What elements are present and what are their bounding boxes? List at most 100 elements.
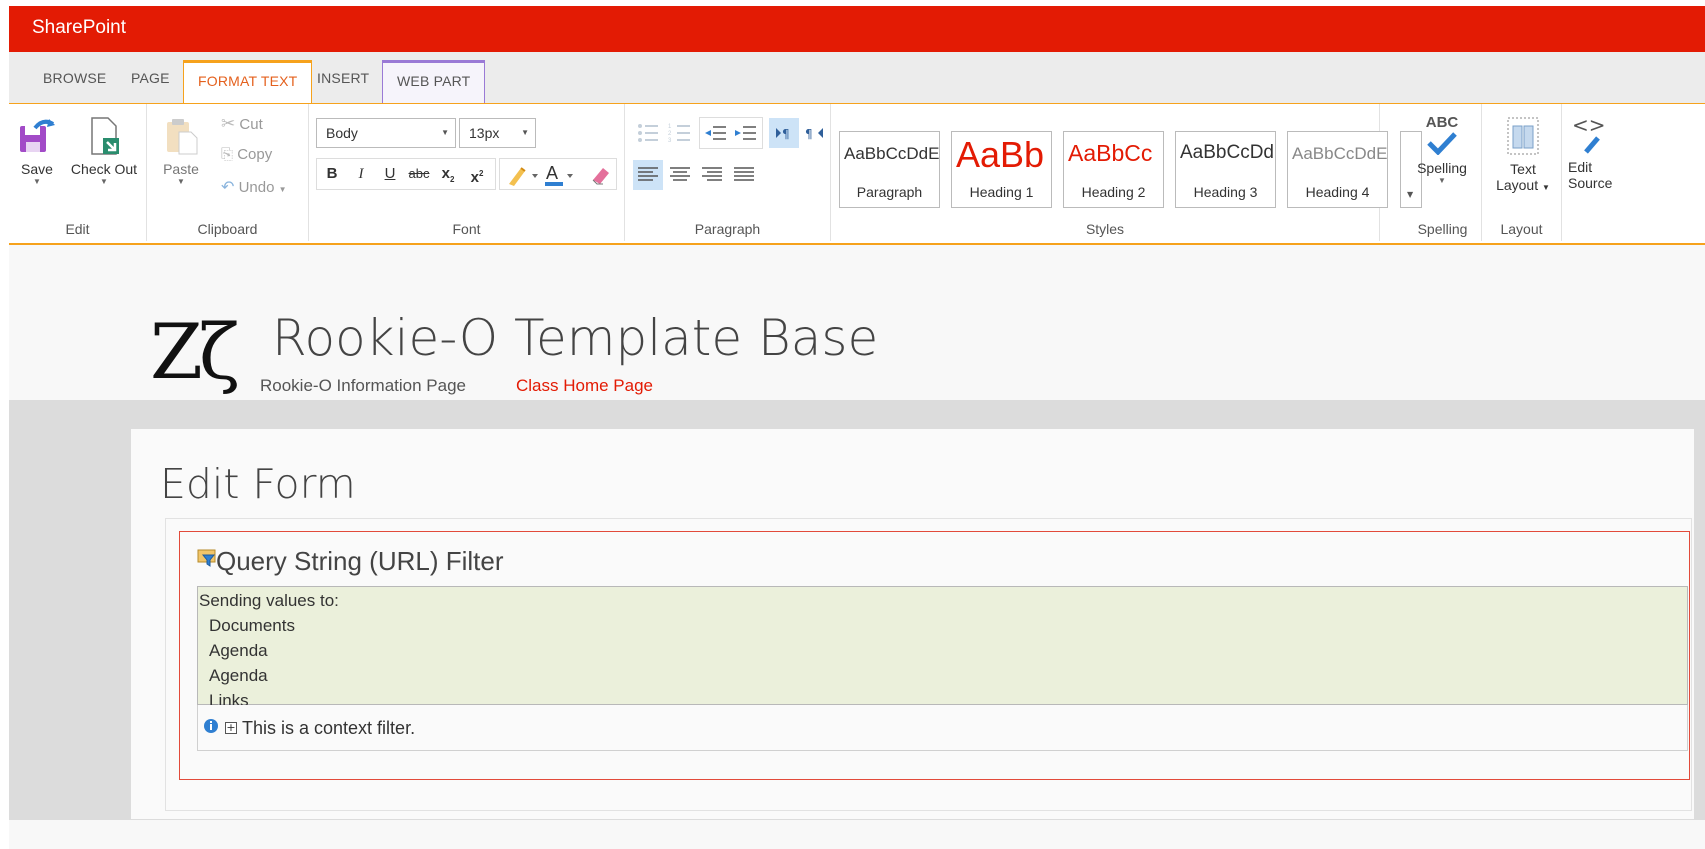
site-logo[interactable]: Zζ bbox=[150, 307, 240, 396]
numbering-button[interactable]: 123 bbox=[665, 118, 695, 148]
align-center-icon bbox=[670, 167, 690, 181]
subscript-button[interactable]: x2 bbox=[434, 160, 462, 188]
paste-button[interactable]: Paste ▼ bbox=[161, 116, 201, 187]
cut-button[interactable]: ✂ Cut bbox=[221, 114, 263, 134]
list-item: Agenda bbox=[209, 641, 268, 660]
sharepoint-window: SharePoint BROWSE PAGE FORMAT TEXT INSER… bbox=[9, 6, 1705, 849]
tab-format-text[interactable]: FORMAT TEXT bbox=[183, 60, 313, 103]
group-label-edit: Edit bbox=[65, 221, 90, 237]
paste-icon bbox=[167, 119, 198, 155]
style-heading-1[interactable]: AaBb Heading 1 bbox=[951, 131, 1052, 208]
strikethrough-button[interactable]: abc bbox=[405, 160, 433, 188]
chevron-down-icon: ▼ bbox=[441, 128, 449, 137]
check-out-button[interactable]: Check Out ▼ bbox=[67, 116, 141, 187]
expand-icon[interactable]: + bbox=[225, 722, 237, 734]
chevron-down-icon[interactable]: ▼ bbox=[161, 177, 201, 187]
rtl-button[interactable]: ¶ bbox=[799, 118, 829, 148]
copy-label: Copy bbox=[237, 146, 273, 163]
bold-button[interactable]: B bbox=[318, 160, 346, 188]
ribbon: Save ▼ Check Out ▼ Edit Paste ▼ ✂ Cut ⎘ … bbox=[9, 103, 1705, 245]
font-name-select[interactable]: Body ▼ bbox=[316, 118, 456, 148]
ltr-button[interactable]: ¶ bbox=[769, 118, 799, 148]
style-paragraph[interactable]: AaBbCcDdE Paragraph bbox=[839, 131, 940, 208]
chevron-down-icon[interactable]: ▼ bbox=[1410, 176, 1474, 186]
font-color-button[interactable]: A bbox=[543, 162, 579, 192]
style-heading-4[interactable]: AaBbCcDdE Heading 4 bbox=[1287, 131, 1388, 208]
nav-link-class-home-page[interactable]: Class Home Page bbox=[516, 376, 653, 396]
decrease-indent-button[interactable] bbox=[701, 118, 731, 148]
style-heading-2[interactable]: AaBbCc Heading 2 bbox=[1063, 131, 1164, 208]
chevron-down-icon[interactable]: ▼ bbox=[279, 185, 287, 194]
checkmark-icon bbox=[1427, 132, 1457, 156]
clear-format-button[interactable] bbox=[587, 162, 613, 192]
svg-text:3: 3 bbox=[668, 138, 672, 144]
spelling-abc-label: ABC bbox=[1425, 114, 1459, 131]
info-icon bbox=[204, 719, 218, 733]
align-right-button[interactable] bbox=[697, 160, 727, 190]
tab-browse[interactable]: BROWSE bbox=[29, 60, 120, 103]
copy-icon: ⎘ bbox=[221, 146, 234, 163]
svg-text:¶: ¶ bbox=[782, 127, 790, 141]
eraser-icon bbox=[592, 168, 609, 185]
style-name: Heading 1 bbox=[969, 184, 1034, 200]
group-label-clipboard: Clipboard bbox=[197, 221, 258, 237]
edit-source-label-1: Edit bbox=[1568, 159, 1593, 175]
cut-label: Cut bbox=[239, 116, 263, 133]
check-out-label: Check Out bbox=[70, 161, 138, 177]
svg-text:2: 2 bbox=[668, 131, 672, 137]
font-size-value: 13px bbox=[469, 125, 500, 141]
ribbon-group-markup: <> Edit Source bbox=[1562, 104, 1705, 241]
chevron-down-icon[interactable]: ▼ bbox=[67, 177, 141, 187]
style-heading-3[interactable]: AaBbCcDd Heading 3 bbox=[1175, 131, 1276, 208]
right-to-left-icon: ¶ bbox=[805, 127, 823, 141]
spelling-label: Spelling bbox=[1417, 160, 1467, 176]
chevron-down-icon[interactable]: ▼ bbox=[15, 177, 59, 187]
edit-source-label-2: Source bbox=[1568, 175, 1613, 191]
ribbon-group-edit: Save ▼ Check Out ▼ Edit bbox=[9, 104, 147, 241]
style-preview: AaBbCcDd bbox=[1180, 142, 1274, 163]
edit-source-button[interactable]: <> Edit Source bbox=[1568, 113, 1628, 191]
spelling-button[interactable]: ABC Spelling ▼ bbox=[1410, 114, 1474, 186]
bullets-button[interactable] bbox=[633, 118, 663, 148]
numbered-list-icon: 123 bbox=[668, 124, 690, 144]
subscript-label: x bbox=[441, 165, 450, 182]
nav-link-rookie-o-information-page[interactable]: Rookie-O Information Page bbox=[260, 376, 466, 396]
style-preview: AaBb bbox=[956, 134, 1045, 175]
sending-values-box: Sending values to: Documents Agenda Agen… bbox=[197, 586, 1688, 710]
style-name: Heading 2 bbox=[1081, 184, 1146, 200]
tab-web-part[interactable]: WEB PART bbox=[382, 60, 486, 103]
superscript-button[interactable]: x2 bbox=[463, 160, 491, 188]
save-label: Save bbox=[21, 161, 53, 177]
group-label-font: Font bbox=[452, 221, 481, 237]
save-button[interactable]: Save ▼ bbox=[15, 116, 59, 187]
align-right-icon bbox=[702, 167, 722, 181]
text-layout-label-2-text: Layout bbox=[1496, 177, 1539, 193]
font-size-select[interactable]: 13px ▼ bbox=[459, 118, 536, 148]
style-name: Heading 4 bbox=[1305, 184, 1370, 200]
site-title[interactable]: Rookie-O Template Base bbox=[272, 309, 878, 367]
undo-button[interactable]: ↶ Undo ▼ bbox=[221, 177, 287, 197]
tab-insert[interactable]: INSERT bbox=[303, 60, 383, 103]
style-preview: AaBbCcDdE bbox=[844, 144, 940, 163]
align-center-button[interactable] bbox=[665, 160, 695, 190]
page-title: Edit Form bbox=[160, 460, 356, 508]
text-layout-button[interactable]: Text Layout ▼ bbox=[1488, 116, 1558, 196]
tab-page[interactable]: PAGE bbox=[117, 60, 184, 103]
svg-text:¶: ¶ bbox=[805, 127, 813, 141]
ribbon-group-font: Body ▼ 13px ▼ B I U abc x2 x2 A Font bbox=[309, 104, 625, 241]
text-layout-icon bbox=[1507, 117, 1539, 155]
italic-button[interactable]: I bbox=[347, 160, 375, 188]
text-layout-label-2: Layout ▼ bbox=[1488, 177, 1558, 196]
increase-indent-button[interactable] bbox=[731, 118, 761, 148]
web-part-title[interactable]: Query String (URL) Filter bbox=[216, 546, 504, 577]
justify-button[interactable] bbox=[729, 160, 759, 190]
chevron-down-icon: ▼ bbox=[1542, 183, 1550, 192]
align-left-button[interactable] bbox=[633, 160, 663, 190]
list-item: Agenda bbox=[209, 666, 268, 685]
highlight-color-button[interactable] bbox=[505, 162, 541, 192]
underline-button[interactable]: U bbox=[376, 160, 404, 188]
copy-button[interactable]: ⎘ Copy bbox=[221, 146, 272, 163]
undo-icon: ↶ bbox=[221, 179, 235, 196]
ribbon-group-layout: Text Layout ▼ Layout bbox=[1482, 104, 1562, 241]
sharepoint-brand-link[interactable]: SharePoint bbox=[32, 17, 126, 39]
